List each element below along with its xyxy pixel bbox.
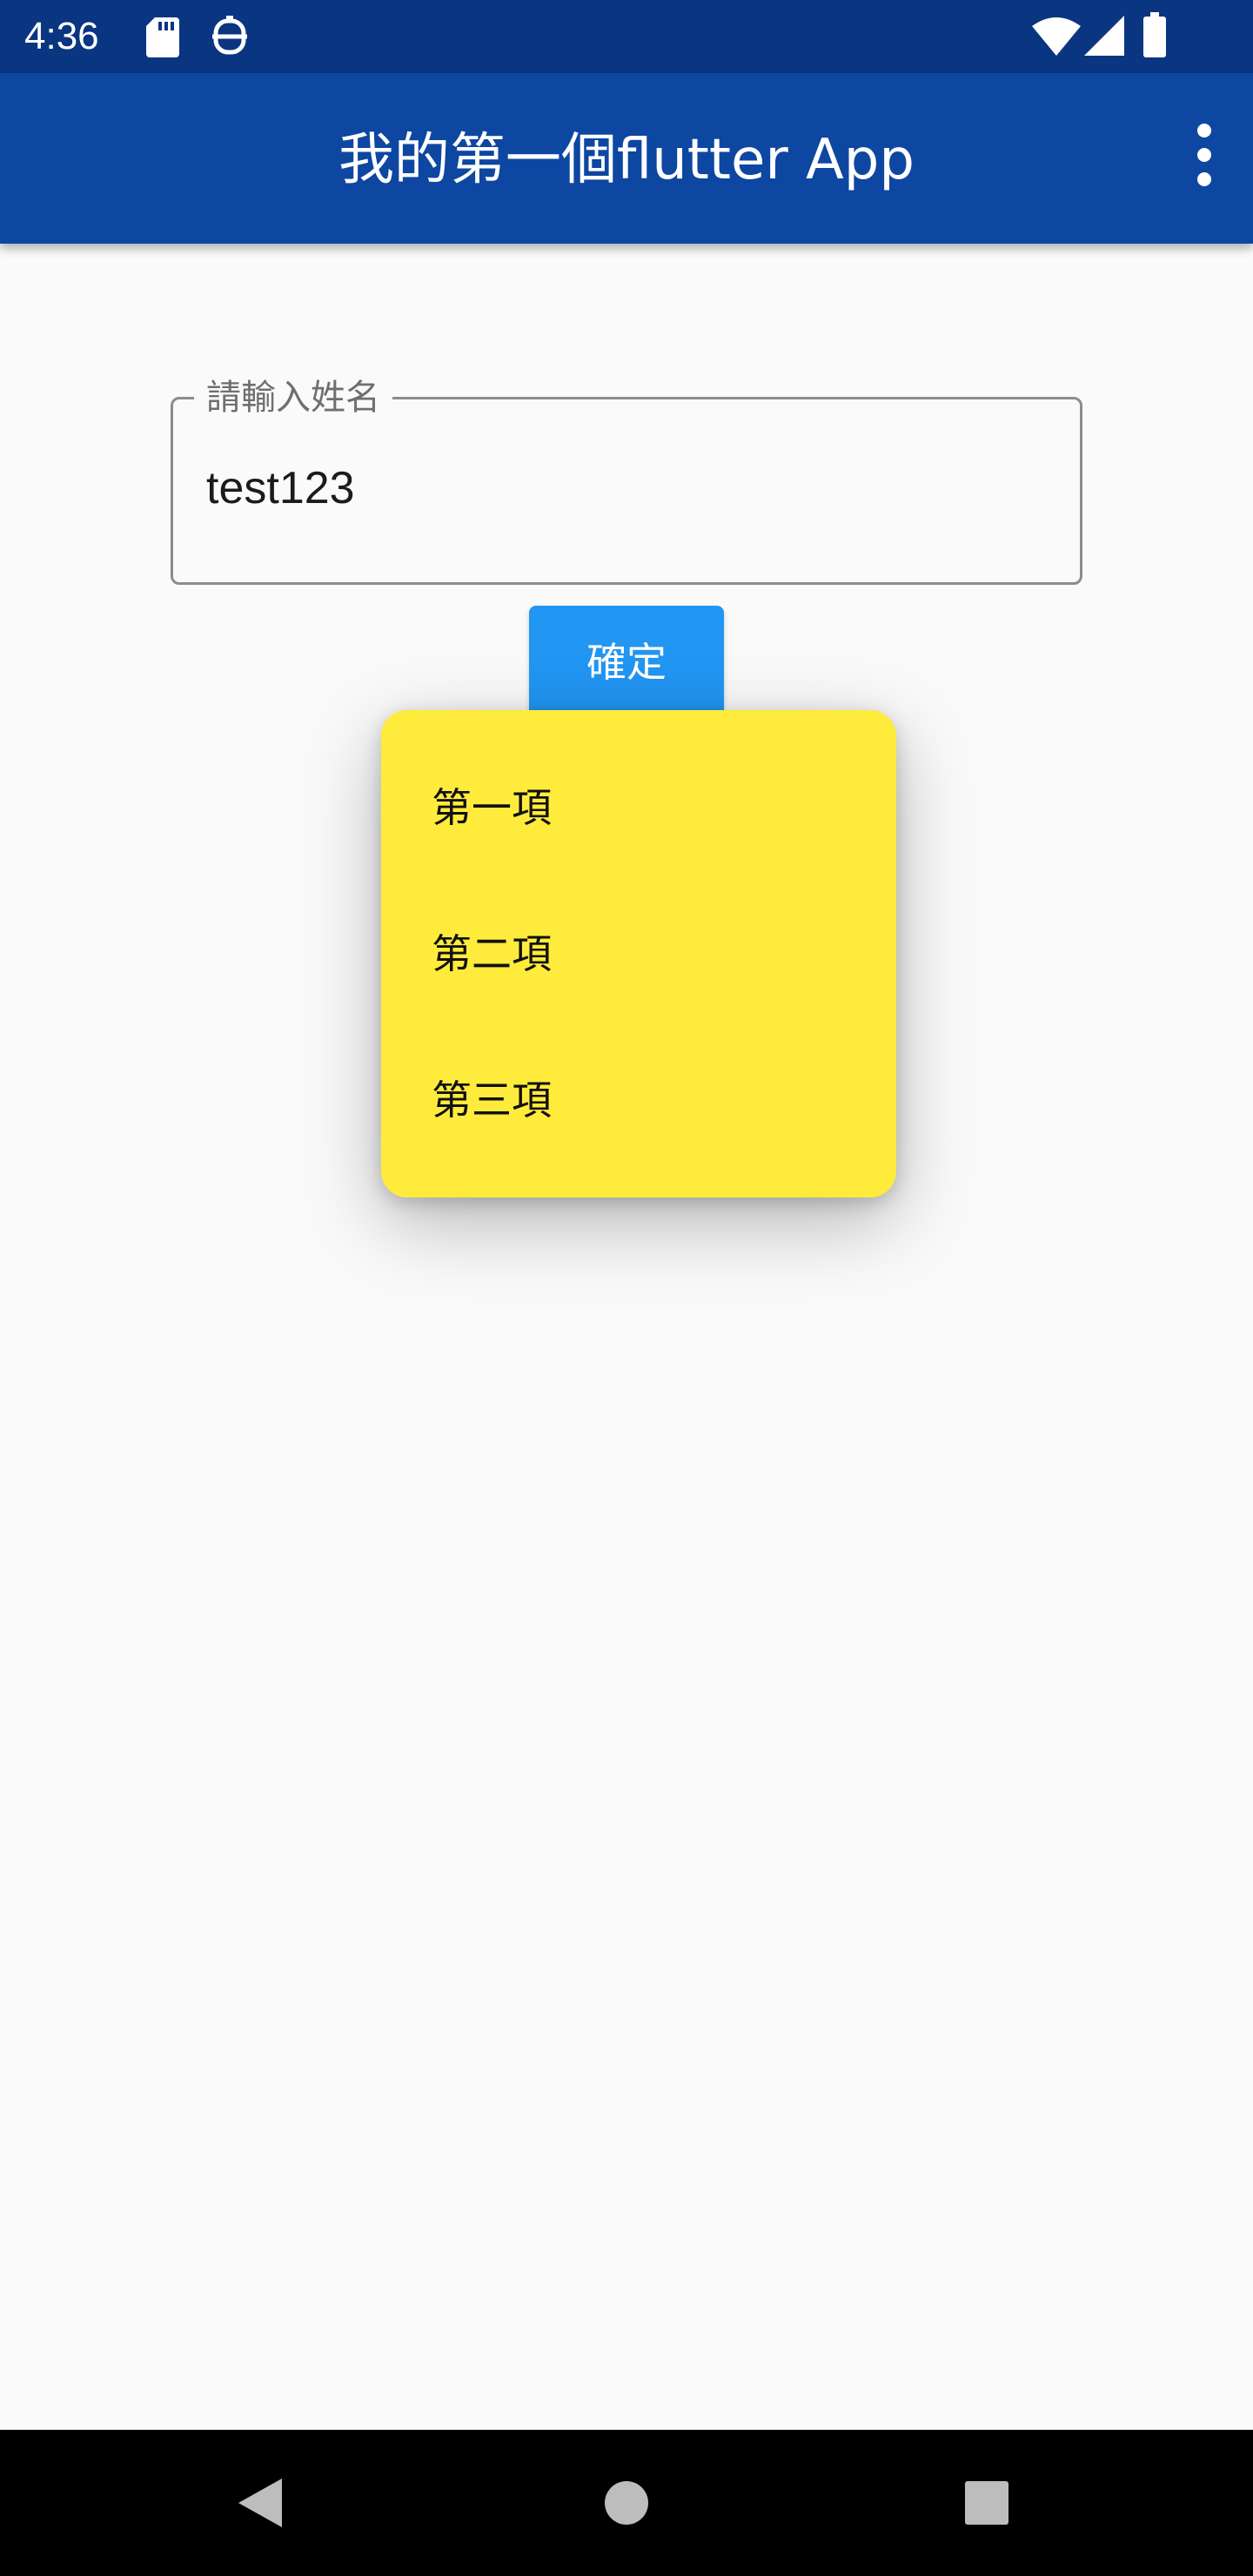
recents-icon[interactable]	[964, 2480, 1009, 2526]
confirm-button[interactable]: 確定	[529, 606, 724, 719]
sd-card-icon	[146, 17, 179, 57]
menu-item-second[interactable]: 第二項	[432, 926, 552, 982]
face-icon	[212, 16, 247, 55]
status-bar: 4:36	[0, 0, 1253, 73]
popup-menu: 第一項 第二項 第三項	[381, 710, 896, 1197]
name-field-value[interactable]: test123	[206, 460, 355, 516]
battery-icon	[1143, 12, 1166, 57]
cellular-signal-icon	[1084, 16, 1124, 56]
app-title: 我的第一個flutter App	[338, 128, 915, 192]
wifi-icon	[1032, 17, 1081, 56]
name-field[interactable]: 請輸入姓名 test123	[171, 373, 1082, 585]
menu-item-first[interactable]: 第一項	[432, 780, 552, 835]
name-field-label: 請輸入姓名	[194, 373, 392, 422]
navigation-bar	[0, 2430, 1253, 2576]
back-icon[interactable]	[237, 2477, 285, 2529]
more-vert-icon[interactable]	[1176, 113, 1232, 197]
status-time: 4:36	[24, 15, 99, 57]
menu-item-third[interactable]: 第三項	[432, 1072, 552, 1128]
home-icon[interactable]	[602, 2479, 651, 2527]
app-bar: 我的第一個flutter App	[0, 73, 1253, 244]
